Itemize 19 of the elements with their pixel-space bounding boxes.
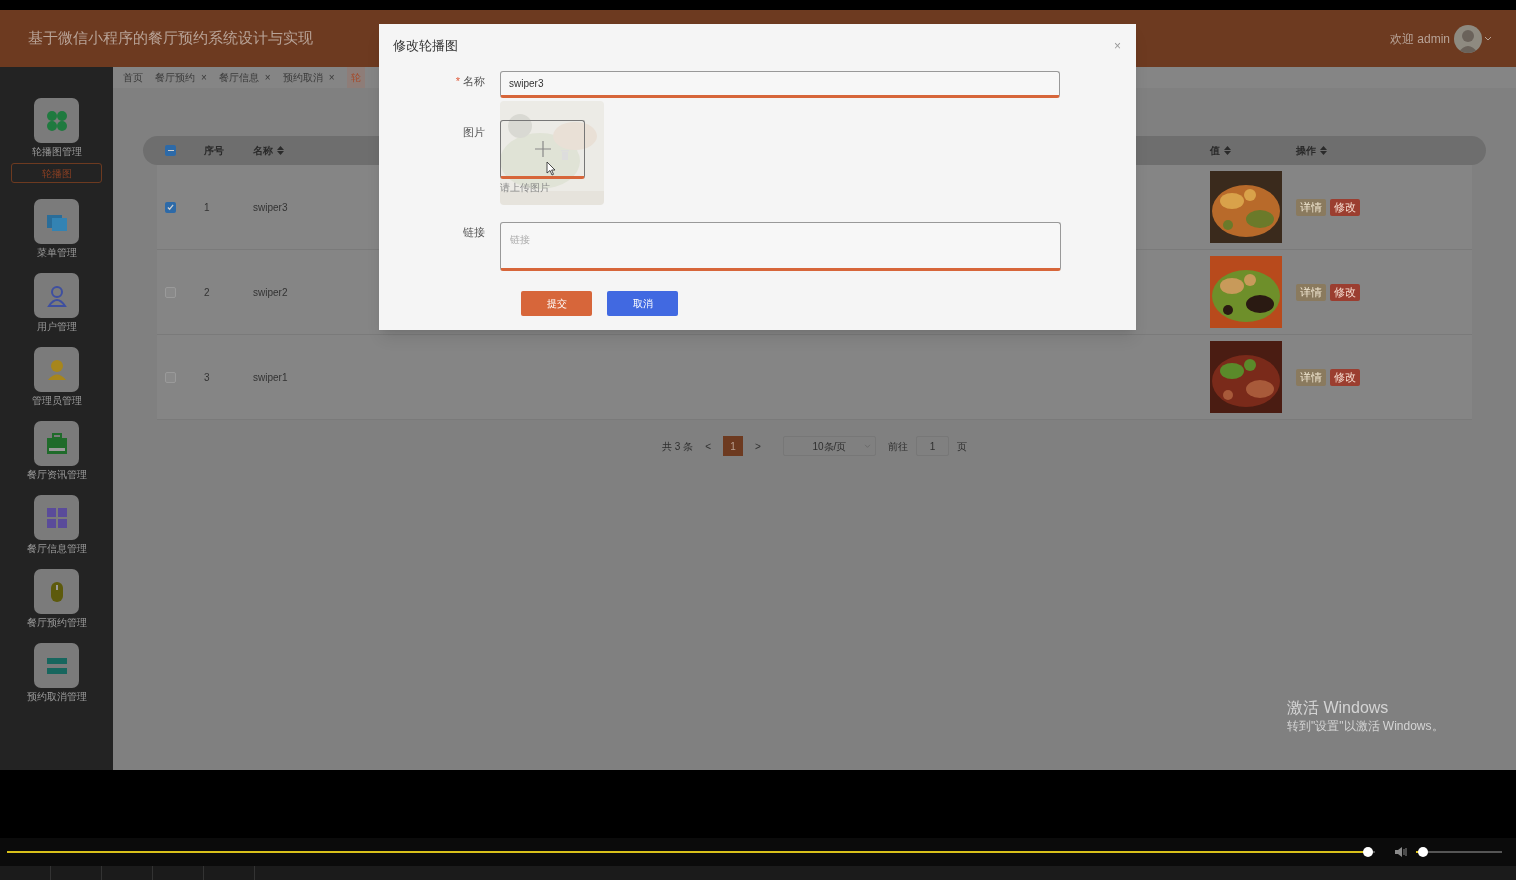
table-cell-text: swiper2	[253, 285, 289, 300]
table-cell-text: swiper1	[253, 370, 289, 385]
watermark-title: 激活 Windows	[1287, 699, 1390, 717]
dialog-title: 修改轮播图	[393, 37, 458, 56]
goto-label: 前往	[887, 439, 908, 454]
field-label: 名称	[463, 74, 485, 89]
page-suffix: 页	[956, 439, 967, 454]
table-cell-text: 3	[204, 370, 211, 385]
field-label: 图片	[463, 125, 485, 140]
watermark-subtitle: 转到"设置"以激活 Windows。	[1287, 718, 1445, 735]
upload-hint: 请上传图片	[500, 181, 550, 195]
table-cell-text: swiper3	[253, 200, 289, 215]
app-title: 基于微信小程序的餐厅预约系统设计与实现	[28, 28, 313, 49]
table-cell-text: 2	[204, 285, 211, 300]
welcome-text: 欢迎 admin	[1389, 30, 1450, 48]
field-label: 链接	[463, 225, 485, 240]
required-mark: *	[455, 74, 460, 89]
total-count: 共 3 条	[662, 439, 694, 454]
table-cell-text: 1	[204, 200, 211, 215]
